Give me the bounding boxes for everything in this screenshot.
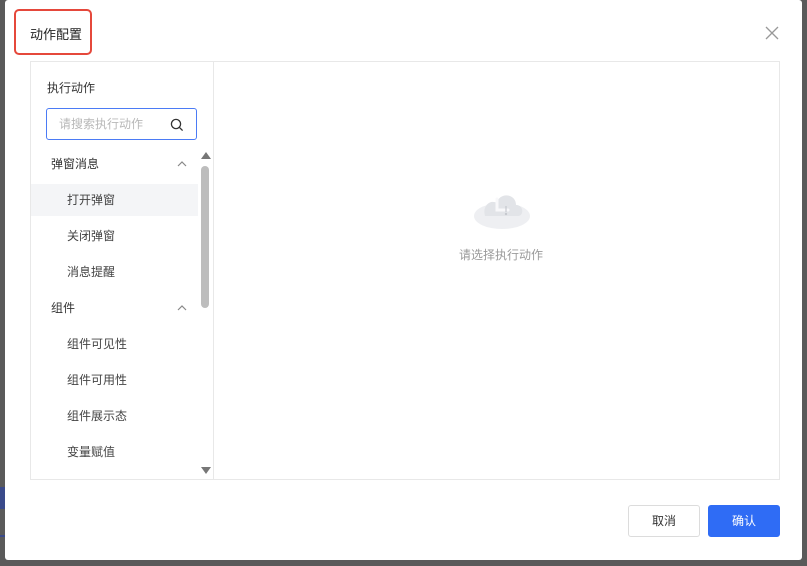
list-item-component-visibility[interactable]: 组件可见性 xyxy=(31,328,198,360)
chevron-up-icon[interactable] xyxy=(176,159,188,169)
action-list-panel: 执行动作 弹窗消息 打开弹窗 关闭弹 xyxy=(31,62,214,479)
scrollbar-thumb[interactable] xyxy=(201,166,209,308)
empty-state-text: 请选择执行动作 xyxy=(458,248,543,262)
close-icon[interactable] xyxy=(765,26,779,40)
group-popup-message[interactable]: 弹窗消息 xyxy=(31,148,198,180)
group-component[interactable]: 组件 xyxy=(31,292,198,324)
list-item-label: 组件展示态 xyxy=(67,409,128,423)
list-item-label: 关闭弹窗 xyxy=(67,229,116,243)
list-item-label: 组件可用性 xyxy=(67,373,128,387)
list-item-open-popup[interactable]: 打开弹窗 xyxy=(31,184,198,216)
group-label: 弹窗消息 xyxy=(51,157,100,171)
list-item-close-popup[interactable]: 关闭弹窗 xyxy=(31,220,198,252)
list-item-variable-assign[interactable]: 变量赋值 xyxy=(31,436,198,468)
list-item-message-reminder[interactable]: 消息提醒 xyxy=(31,256,198,288)
search-input[interactable] xyxy=(47,109,179,139)
list-item-label: 组件可见性 xyxy=(67,337,128,351)
search-box xyxy=(46,108,197,140)
scroll-up-arrow-icon[interactable] xyxy=(201,152,211,159)
list-item-label: 消息提醒 xyxy=(67,265,116,279)
action-list-label: 执行动作 xyxy=(47,81,96,95)
action-config-dialog: 动作配置 执行动作 弹窗消息 打开弹窗 xyxy=(5,0,802,560)
list-item-component-display-state[interactable]: 组件展示态 xyxy=(31,400,198,432)
empty-cloud-icon xyxy=(474,195,530,229)
group-label: 组件 xyxy=(51,301,76,315)
cancel-button[interactable]: 取消 xyxy=(628,505,700,537)
dialog-title: 动作配置 xyxy=(30,28,83,43)
action-config-panel: 执行动作 弹窗消息 打开弹窗 关闭弹 xyxy=(30,61,780,480)
confirm-button[interactable]: 确认 xyxy=(708,505,780,537)
list-scrollbar[interactable] xyxy=(200,148,212,478)
list-item-label: 打开弹窗 xyxy=(67,193,116,207)
list-item-component-availability[interactable]: 组件可用性 xyxy=(31,364,198,396)
scroll-down-arrow-icon[interactable] xyxy=(201,467,211,474)
search-icon[interactable] xyxy=(170,118,184,132)
chevron-up-icon[interactable] xyxy=(176,303,188,313)
list-item-label: 变量赋值 xyxy=(67,445,116,459)
action-list: 弹窗消息 打开弹窗 关闭弹窗 消息提醒 组件 组件可见性 组件可用性 组件展示态… xyxy=(31,148,199,478)
